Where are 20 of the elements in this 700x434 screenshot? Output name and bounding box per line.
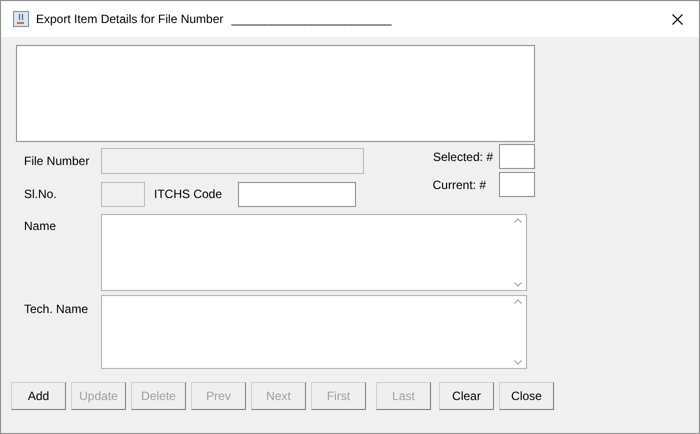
- java-cup-icon: [13, 11, 29, 27]
- action-button[interactable]: Close: [499, 382, 554, 410]
- field-label: Selected: #: [432, 148, 494, 166]
- close-icon[interactable]: [672, 14, 683, 24]
- field-label: ITCHS Code: [154, 186, 224, 203]
- action-button[interactable]: Clear: [439, 382, 494, 410]
- input-field[interactable]: [499, 172, 535, 197]
- field-label: File Number: [23, 153, 90, 170]
- title-blank: ________________________: [231, 11, 392, 28]
- input-field[interactable]: [238, 182, 356, 206]
- field-label: Tech. Name: [23, 301, 90, 318]
- input-field[interactable]: [499, 144, 535, 169]
- field-label: Sl.No.: [23, 186, 58, 203]
- text-area[interactable]: [16, 45, 535, 142]
- action-button[interactable]: Add: [11, 382, 66, 410]
- field-label: Current: #: [432, 176, 487, 194]
- window-title: Export Item Details for File Number: [36, 11, 224, 28]
- text-area[interactable]: [101, 214, 527, 291]
- field-label: Name: [23, 218, 58, 235]
- text-area[interactable]: [101, 295, 527, 369]
